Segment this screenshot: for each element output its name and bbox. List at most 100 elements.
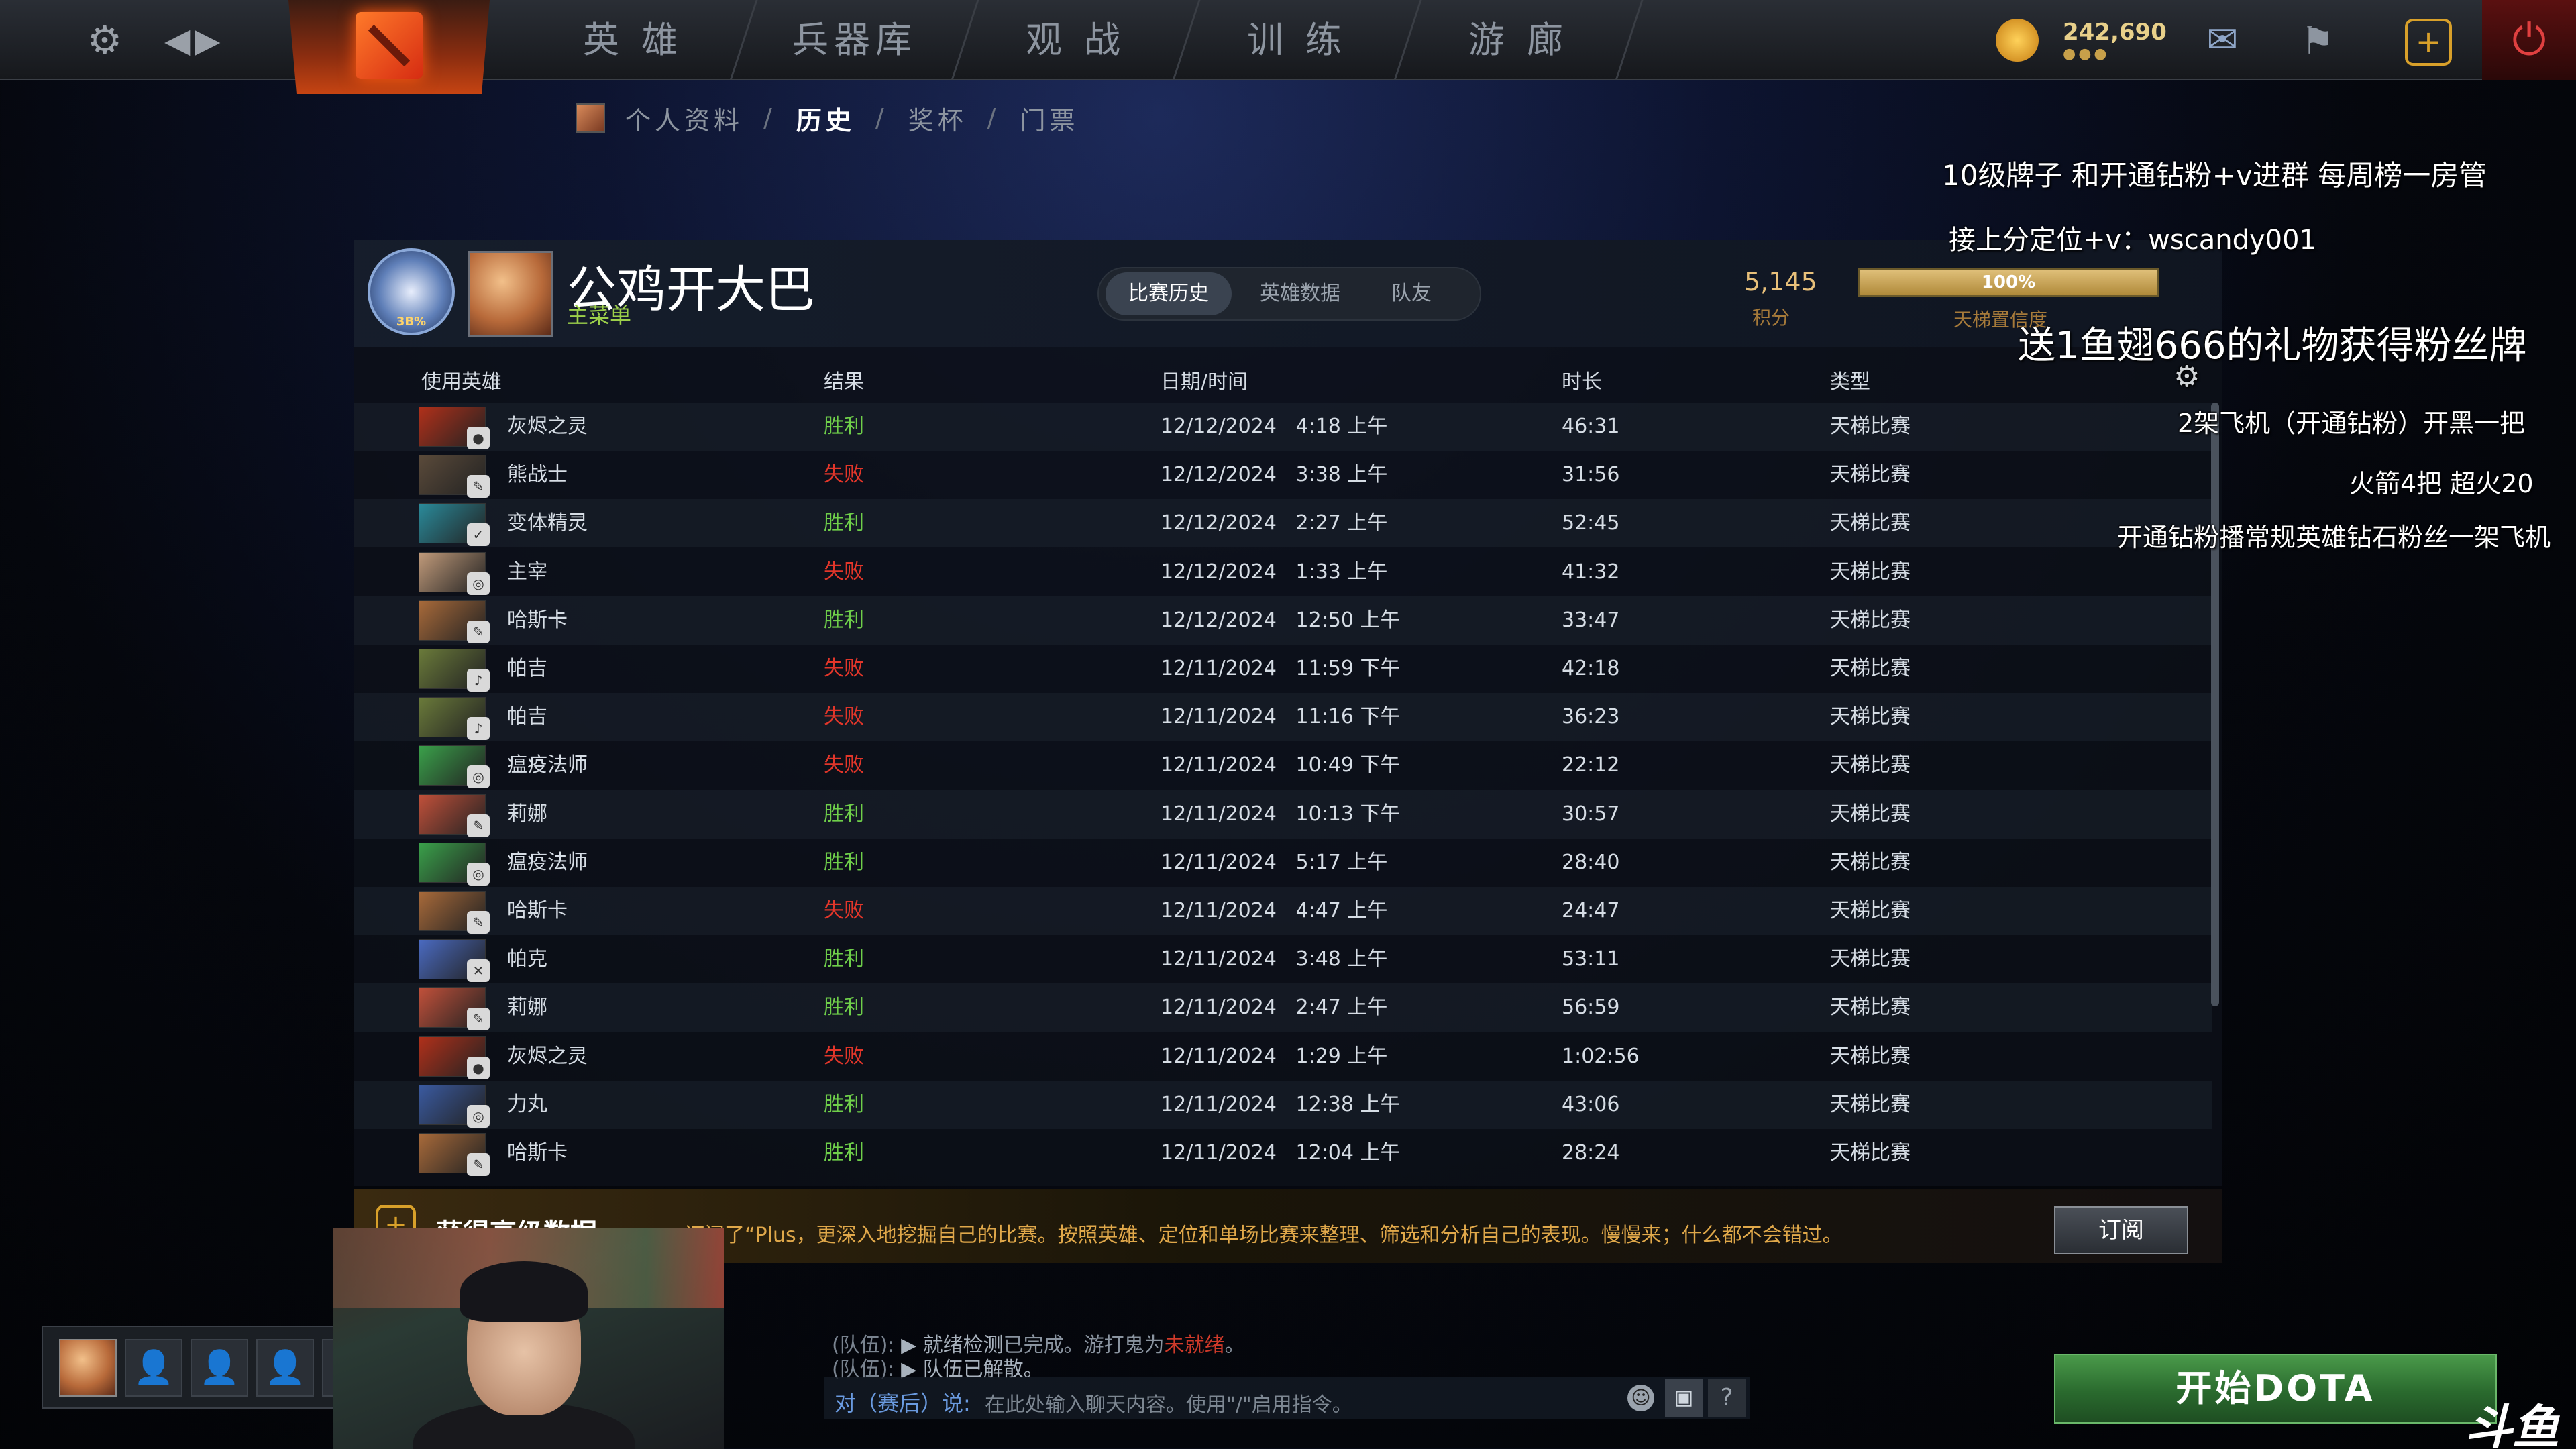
- role-badge-icon: ✎: [467, 911, 490, 934]
- back-arrow-icon[interactable]: ◀: [164, 15, 198, 66]
- breadcrumb-separator: /: [763, 103, 776, 133]
- match-result: 失败: [824, 1044, 864, 1068]
- match-type: 天梯比赛: [1830, 947, 1911, 971]
- chat-messages-icon[interactable]: ✉: [2194, 20, 2251, 60]
- col-date-header[interactable]: 日期/时间: [1161, 365, 1248, 394]
- match-row[interactable]: ◎ 瘟疫法师 胜利 12/11/2024 5:17 上午 28:40 天梯比赛: [354, 839, 2212, 887]
- match-result: 失败: [824, 463, 864, 487]
- match-row[interactable]: ✎ 哈斯卡 失败 12/11/2024 4:47 上午 24:47 天梯比赛: [354, 887, 2212, 935]
- chat-help-icon[interactable]: ?: [1708, 1379, 1746, 1417]
- player-avatar[interactable]: [468, 251, 553, 337]
- match-result: 胜利: [824, 850, 864, 874]
- col-type-header[interactable]: 类型: [1830, 365, 1870, 394]
- emoji-icon[interactable]: ☺: [1627, 1385, 1654, 1411]
- armory-banner-icon[interactable]: ⚑: [2288, 15, 2348, 68]
- forward-arrow-icon[interactable]: ▶: [195, 15, 228, 66]
- match-result: 胜利: [824, 1092, 864, 1116]
- hero-name: 力丸: [507, 1092, 547, 1116]
- tab-hero-stats[interactable]: 英雄数据: [1237, 272, 1363, 315]
- chat-input[interactable]: 对（赛后）说: 在此处输入聊天内容。使用"/"启用指令。: [824, 1377, 1750, 1419]
- party-slot-empty[interactable]: 👤: [125, 1339, 182, 1397]
- match-type: 天梯比赛: [1830, 463, 1911, 487]
- match-duration: 28:40: [1562, 850, 1620, 874]
- match-row[interactable]: ✓ 变体精灵 胜利 12/12/2024 2:27 上午 52:45 天梯比赛: [354, 499, 2212, 548]
- match-duration: 53:11: [1562, 947, 1620, 971]
- breadcrumb-tickets[interactable]: 门票: [1020, 100, 1079, 137]
- stream-overlay-line: 2架飞机（开通钻粉）开黑一把: [2178, 409, 2526, 438]
- col-duration-header[interactable]: 时长: [1562, 365, 1602, 394]
- match-type: 天梯比赛: [1830, 753, 1911, 777]
- breadcrumb-history[interactable]: 历史: [796, 100, 855, 137]
- match-type: 天梯比赛: [1830, 802, 1911, 826]
- match-row[interactable]: ● 灰烬之灵 失败 12/11/2024 1:29 上午 1:02:56 天梯比赛: [354, 1032, 2212, 1081]
- match-row[interactable]: ✎ 莉娜 胜利 12/11/2024 2:47 上午 56:59 天梯比赛: [354, 983, 2212, 1032]
- nav-tab-armory[interactable]: 兵器库: [731, 0, 979, 80]
- mmr-label: 积分: [1752, 307, 1790, 329]
- shards-coin-icon[interactable]: [1996, 19, 2039, 62]
- match-row[interactable]: ◎ 瘟疫法师 失败 12/11/2024 10:49 下午 22:12 天梯比赛: [354, 741, 2212, 790]
- party-slot-self[interactable]: [59, 1339, 117, 1397]
- match-result: 失败: [824, 559, 864, 584]
- table-header: 使用英雄 结果 日期/时间 时长 类型: [354, 356, 2222, 400]
- dota-plus-icon[interactable]: +: [2405, 19, 2452, 66]
- role-badge-icon: ✎: [467, 475, 490, 498]
- stream-overlay-line: 10级牌子 和开通钻粉+v进群 每周榜一房管: [1942, 159, 2487, 192]
- breadcrumb-trophies[interactable]: 奖杯: [908, 100, 967, 137]
- hero-name: 帕吉: [507, 705, 547, 729]
- match-date: 12/11/2024 12:04 上午: [1161, 1141, 1401, 1165]
- match-date: 12/11/2024 11:59 下午: [1161, 657, 1401, 680]
- role-badge-icon: ✎: [467, 1153, 490, 1176]
- hero-name: 帕克: [507, 947, 547, 971]
- match-row[interactable]: ✕ 帕克 胜利 12/11/2024 3:48 上午 53:11 天梯比赛: [354, 935, 2212, 983]
- nav-tab-heroes[interactable]: 英 雄: [510, 0, 758, 80]
- rank-medal-icon[interactable]: 3B%: [368, 248, 455, 335]
- play-dota-button[interactable]: 开始DOTA: [2054, 1354, 2497, 1424]
- match-row[interactable]: ✎ 哈斯卡 胜利 12/11/2024 12:04 上午 28:24 天梯比赛: [354, 1129, 2212, 1177]
- match-row[interactable]: ● 灰烬之灵 胜利 12/12/2024 4:18 上午 46:31 天梯比赛: [354, 402, 2212, 451]
- match-row[interactable]: ✎ 熊战士 失败 12/12/2024 3:38 上午 31:56 天梯比赛: [354, 451, 2212, 499]
- chat-image-icon[interactable]: ▣: [1665, 1379, 1703, 1417]
- nav-tab-watch[interactable]: 观 战: [953, 0, 1201, 80]
- breadcrumb-profile[interactable]: 个人资料: [625, 100, 743, 137]
- match-row[interactable]: ◎ 主宰 失败 12/12/2024 1:33 上午 41:32 天梯比赛: [354, 548, 2212, 596]
- tab-teammates[interactable]: 队友: [1368, 272, 1454, 315]
- dota-logo-button[interactable]: [288, 0, 490, 94]
- match-row[interactable]: ✎ 哈斯卡 胜利 12/12/2024 12:50 上午 33:47 天梯比赛: [354, 596, 2212, 645]
- col-result-header[interactable]: 结果: [824, 365, 864, 394]
- subscribe-button[interactable]: 订阅: [2054, 1206, 2188, 1254]
- match-row[interactable]: ♪ 帕吉 失败 12/11/2024 11:16 下午 36:23 天梯比赛: [354, 693, 2212, 742]
- match-date: 12/12/2024 2:27 上午: [1161, 511, 1388, 535]
- match-list-scrollbar[interactable]: [2211, 402, 2219, 1006]
- match-date: 12/11/2024 3:48 上午: [1161, 947, 1388, 971]
- tab-match-history[interactable]: 比赛历史: [1106, 272, 1232, 315]
- chat-log: (队伍): ▶ 就绪检测已完成。游打鬼为未就绪。 (队伍): ▶ 队伍已解散。: [832, 1301, 1758, 1449]
- match-row[interactable]: ♪ 帕吉 失败 12/11/2024 11:59 下午 42:18 天梯比赛: [354, 645, 2212, 693]
- col-hero-header[interactable]: 使用英雄: [421, 365, 502, 394]
- nav-tab-label: 兵器库: [792, 19, 917, 61]
- match-row[interactable]: ✎ 莉娜 胜利 12/11/2024 10:13 下午 30:57 天梯比赛: [354, 790, 2212, 839]
- shards-count: 242,690: [2063, 19, 2167, 46]
- power-quit-icon[interactable]: ⏻: [2482, 0, 2576, 80]
- nav-tab-learn[interactable]: 训 练: [1174, 0, 1422, 80]
- role-badge-icon: ✎: [467, 620, 490, 643]
- table-settings-gear-icon[interactable]: ⚙: [2174, 360, 2200, 394]
- hero-name: 瘟疫法师: [507, 753, 588, 777]
- role-badge-icon: ✕: [467, 959, 490, 983]
- rank-confidence-percent: 100%: [1981, 272, 2036, 292]
- party-slot-empty[interactable]: 👤: [191, 1339, 248, 1397]
- settings-gear-icon[interactable]: ⚙: [79, 15, 130, 66]
- role-badge-icon: ●: [467, 1056, 490, 1079]
- profile-tabs: 比赛历史 英雄数据 队友: [1097, 267, 1481, 321]
- match-duration: 42:18: [1562, 657, 1620, 680]
- streamer-webcam: [333, 1228, 724, 1449]
- match-row[interactable]: ◎ 力丸 胜利 12/11/2024 12:38 上午 43:06 天梯比赛: [354, 1080, 2212, 1129]
- chat-target-label[interactable]: 对（赛后）说:: [835, 1387, 971, 1417]
- nav-tab-arcade[interactable]: 游 廊: [1395, 0, 1644, 80]
- match-duration: 33:47: [1562, 608, 1620, 632]
- chat-placeholder: 在此处输入聊天内容。使用"/"启用指令。: [985, 1393, 1352, 1417]
- party-slot-empty[interactable]: 👤: [256, 1339, 314, 1397]
- role-badge-icon: ✎: [467, 1008, 490, 1031]
- dota-logo-icon: [356, 12, 423, 79]
- match-date: 12/12/2024 4:18 上午: [1161, 415, 1388, 438]
- match-duration: 52:45: [1562, 511, 1620, 535]
